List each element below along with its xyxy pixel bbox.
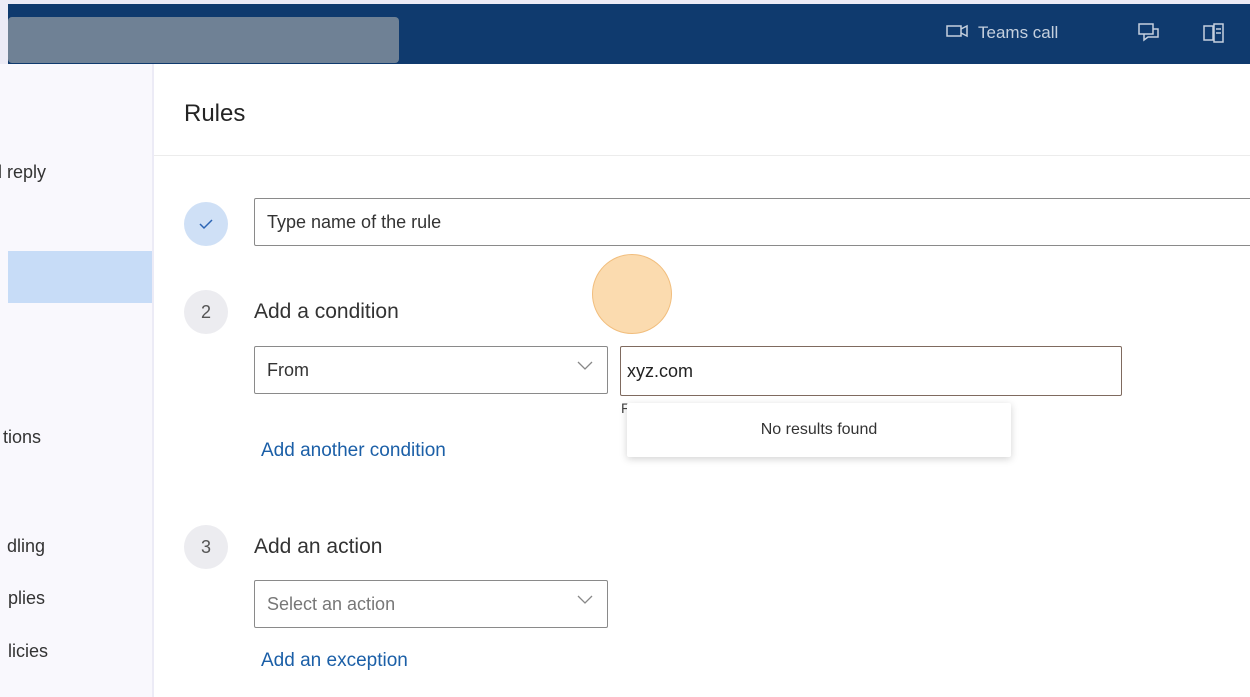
teams-call-label: Teams call [978,23,1059,42]
action-dropdown[interactable]: Select an action [254,580,608,628]
add-exception-link[interactable]: Add an exception [261,650,408,672]
office-icon[interactable] [1203,20,1225,46]
no-results-text: No results found [760,421,878,438]
step2-number: 2 [184,290,228,334]
nav-item-handling[interactable]: dling [7,532,45,560]
condition-dropdown-value: From [267,359,309,380]
suggestions-dropdown: No results found [627,403,1011,457]
click-highlight [592,254,672,334]
rule-name-input[interactable]: Type name of the rule [254,198,1250,246]
add-another-condition-link[interactable]: Add another condition [261,440,446,462]
chat-icon[interactable] [1138,20,1160,46]
chevron-down-icon [577,592,593,608]
nav-item-options[interactable]: tions [3,423,41,451]
nav-item-auto-reply[interactable]: d reply [0,158,46,186]
condition-dropdown[interactable]: From [254,346,608,394]
teams-call-button[interactable]: Teams call [946,20,1058,46]
search-box[interactable] [8,17,399,63]
nav-item-policies[interactable]: licies [8,637,48,665]
divider [154,155,1250,156]
rules-panel: Rules Type name of the rule 2 Add a cond… [154,64,1250,697]
page-title: Rules [184,100,246,127]
nav-item-replies[interactable]: plies [8,584,45,612]
video-icon [946,23,968,43]
condition-value-input[interactable]: xyz.com [620,346,1122,396]
checkmark-icon [198,214,214,235]
step3-label: Add an action [254,535,383,558]
top-bar: Teams call [8,4,1250,64]
action-dropdown-placeholder: Select an action [267,593,396,614]
nav-item-selected[interactable] [8,251,152,303]
settings-nav: d reply tions dling plies licies [0,64,152,697]
step2-label: Add a condition [254,300,399,323]
step3-number: 3 [184,525,228,569]
chevron-down-icon [577,358,593,374]
step1-check-indicator [184,202,228,246]
